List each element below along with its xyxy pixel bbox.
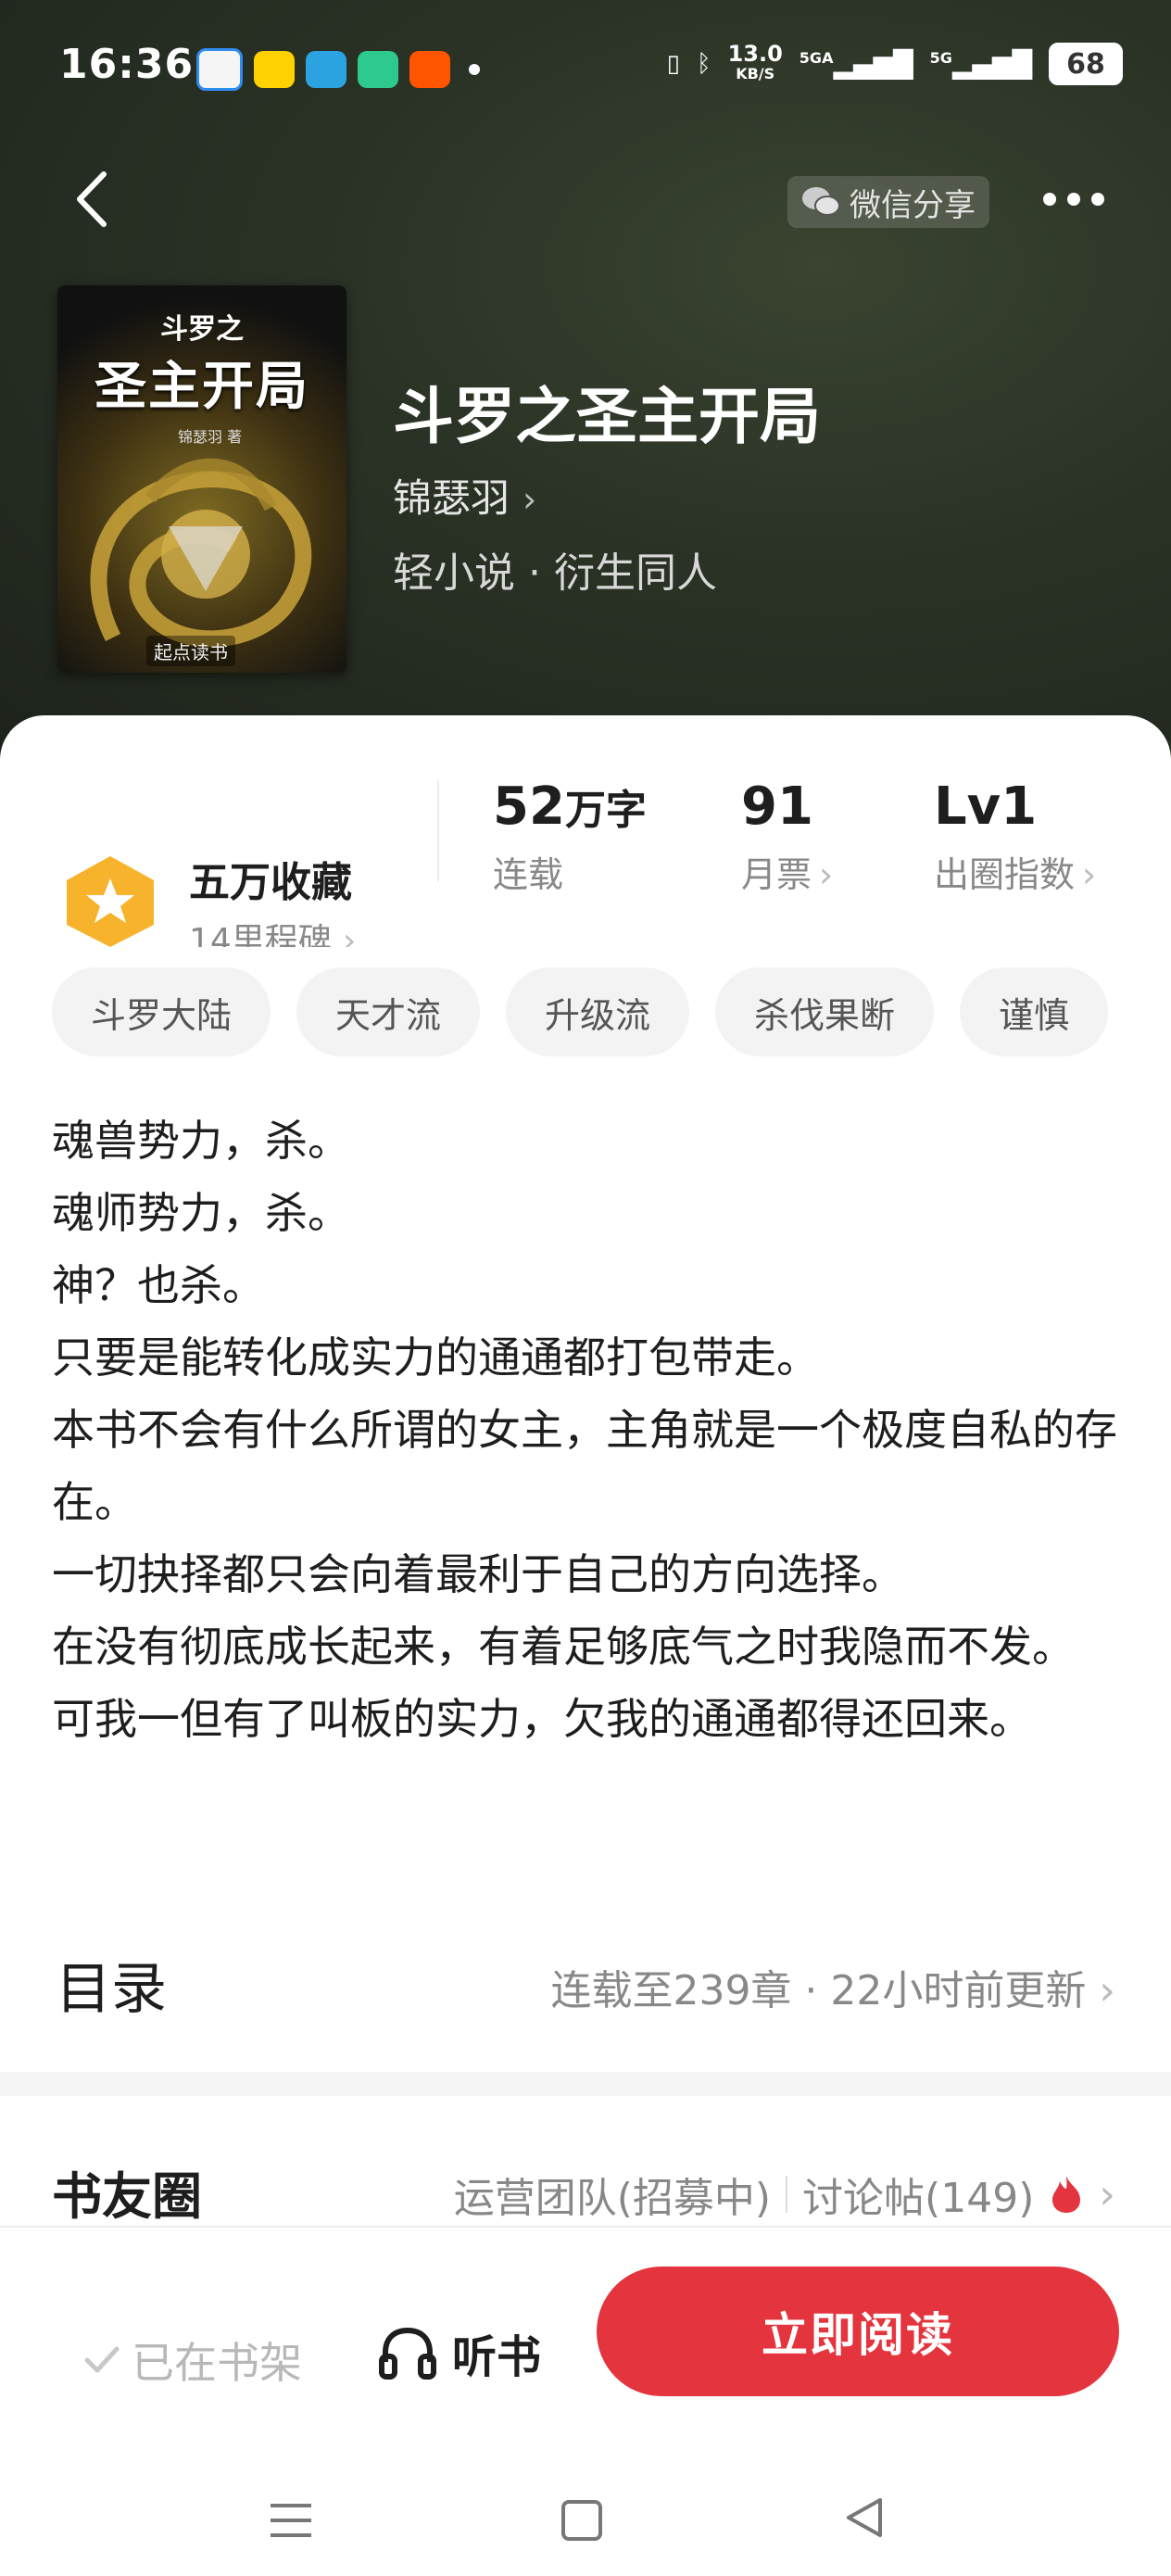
- fan-circle-title[interactable]: 书友圈: [52, 2155, 202, 2229]
- wechat-share-button[interactable]: 微信分享: [787, 176, 989, 228]
- tag-chip[interactable]: 杀伐果断: [715, 967, 935, 1056]
- more-options-button[interactable]: [1043, 193, 1104, 206]
- more-notifications-icon: [469, 64, 480, 75]
- system-navigation-bar: [0, 2448, 1171, 2576]
- vibrate-icon: ▯: [666, 50, 680, 78]
- monthly-votes-stat[interactable]: 91 月票 ›: [741, 777, 833, 897]
- toc-link[interactable]: 连载至239章 · 22小时前更新 ›: [550, 1957, 1115, 2016]
- book-genre: 轻小说 · 衍生同人: [393, 549, 717, 597]
- network-speed: 13.0 KB/S: [727, 41, 783, 82]
- in-bookshelf-button[interactable]: 已在书架: [83, 2330, 302, 2391]
- operation-team-label: 运营团队(招募中): [453, 2175, 772, 2222]
- signal-icon-2: 5G▂▄▆█: [929, 48, 1032, 80]
- system-indicators: ▯ ᛒ 13.0 KB/S 5GA▂▄▆█ 5G▂▄▆█ 68: [667, 43, 1123, 85]
- home-button[interactable]: [561, 2500, 602, 2541]
- listen-button[interactable]: 听书: [378, 2320, 541, 2385]
- battery-icon: 68: [1049, 43, 1123, 85]
- back-button[interactable]: [65, 167, 120, 232]
- bottom-action-bar: 已在书架 听书 立即阅读: [0, 2226, 1171, 2450]
- phone-manager-app-icon: [358, 51, 398, 88]
- section-divider: [0, 2072, 1171, 2096]
- cover-publisher: 起点读书: [146, 636, 235, 666]
- taobao-app-icon: [409, 51, 450, 88]
- headphones-icon: [379, 2327, 436, 2380]
- divider: [437, 780, 439, 882]
- toc-title[interactable]: 目录: [56, 1944, 167, 2025]
- fan-circle-link[interactable]: 运营团队(招募中) 讨论帖(149) ›: [454, 2165, 1115, 2224]
- system-back-button[interactable]: [843, 2496, 886, 2539]
- book-header-background: 16:36 ▯ ᛒ 13.0 KB/S 5GA▂▄▆█ 5G▂▄▆█ 68 微信…: [0, 0, 1171, 760]
- chevron-right-icon: ›: [1099, 1967, 1115, 2014]
- cover-title: 圣主开局: [94, 357, 309, 417]
- telegram-app-icon: [306, 51, 346, 88]
- word-count-stat: 52万字 连载: [493, 777, 647, 895]
- chevron-right-icon: ›: [523, 479, 537, 520]
- tag-chip[interactable]: 谨慎: [960, 967, 1109, 1056]
- chevron-left-icon: [77, 171, 107, 227]
- popularity-index-stat[interactable]: Lv1 出圈指数 ›: [934, 777, 1096, 897]
- share-label: 微信分享: [850, 186, 976, 224]
- signal-icon-1: 5GA▂▄▆█: [799, 48, 913, 80]
- read-now-button[interactable]: 立即阅读: [597, 2267, 1119, 2396]
- status-time: 16:36: [59, 41, 195, 88]
- chevron-right-icon: ›: [1099, 2170, 1115, 2218]
- cover-author: 锦瑟羽 著: [178, 428, 243, 446]
- discussion-posts-label: 讨论帖(149): [802, 2175, 1035, 2222]
- milestone-link[interactable]: 14里程碑 ›: [189, 914, 356, 947]
- chevron-right-icon: ›: [342, 922, 357, 947]
- wechat-icon: [802, 187, 840, 216]
- status-bar: 16:36 ▯ ᛒ 13.0 KB/S 5GA▂▄▆█ 5G▂▄▆█ 68: [0, 0, 1171, 139]
- cover-subtitle: 斗罗之: [160, 313, 244, 346]
- check-icon: [84, 2346, 120, 2373]
- recents-button[interactable]: [271, 2504, 311, 2548]
- tag-chip[interactable]: 天才流: [296, 967, 481, 1056]
- chevron-right-icon: ›: [819, 854, 834, 895]
- favorites-title[interactable]: 五万收藏: [189, 849, 352, 908]
- favorites-badge-icon: [67, 856, 154, 947]
- book-description[interactable]: 魂兽势力，杀。 魂师势力，杀。 神？也杀。 只要是能转化成实力的通通都打包带走。…: [52, 1105, 1117, 1755]
- divider: [786, 2176, 788, 2213]
- dot-icon: [1043, 193, 1056, 206]
- fire-icon: [1052, 2176, 1081, 2213]
- tag-chip[interactable]: 升级流: [506, 967, 690, 1056]
- bluetooth-icon: ᛒ: [696, 50, 711, 78]
- tag-chip[interactable]: 斗罗大陆: [52, 967, 271, 1056]
- book-cover[interactable]: 斗罗之 圣主开局 锦瑟羽 著 起点读书: [57, 285, 346, 673]
- author-link[interactable]: 锦瑟羽 ›: [393, 467, 536, 524]
- meituan-app-icon: [254, 51, 295, 88]
- book-title: 斗罗之圣主开局: [393, 381, 821, 452]
- notification-icons: [196, 48, 480, 91]
- wallet-app-icon: [196, 48, 243, 91]
- tag-list: 斗罗大陆 天才流 升级流 杀伐果断 谨慎: [52, 967, 1109, 1056]
- chevron-right-icon: ›: [1082, 854, 1097, 895]
